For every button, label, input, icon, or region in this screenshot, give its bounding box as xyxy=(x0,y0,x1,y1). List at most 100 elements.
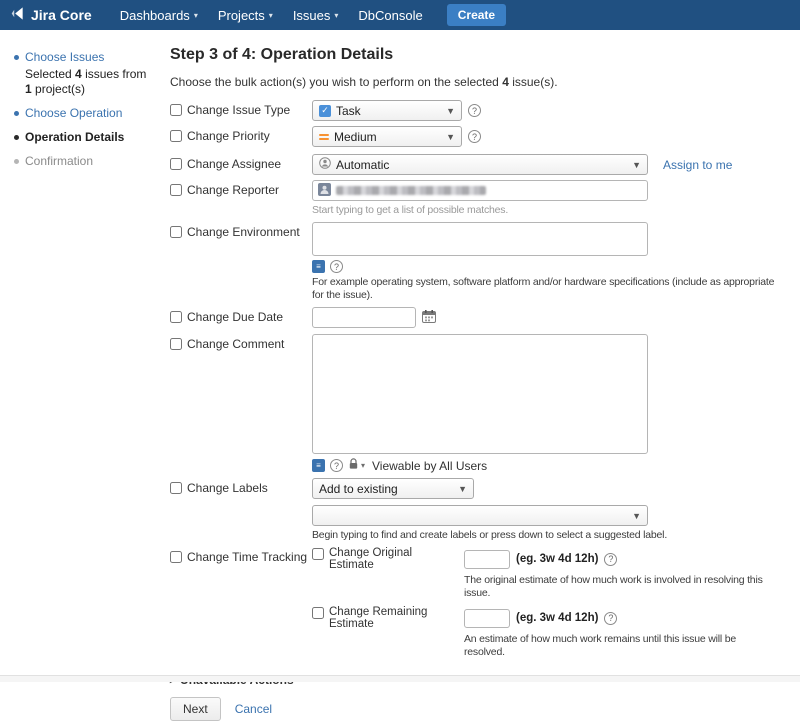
wiki-markup-icon[interactable]: ≡ xyxy=(312,459,325,472)
labels-picker-select[interactable]: ▼ xyxy=(312,505,648,526)
comment-visibility-selector[interactable]: ▾ xyxy=(348,458,365,473)
environment-label[interactable]: Change Environment xyxy=(170,222,312,302)
time-tracking-label[interactable]: Change Time Tracking xyxy=(170,547,312,665)
remaining-estimate-block: Change Remaining Estimate (eg. 3w 4d 12h… xyxy=(312,606,776,659)
help-icon[interactable]: ? xyxy=(604,553,617,566)
reporter-checkbox[interactable] xyxy=(170,184,182,196)
original-estimate-input[interactable] xyxy=(464,550,510,569)
comment-label[interactable]: Change Comment xyxy=(170,334,312,473)
remaining-estimate-hint: An estimate of how much work remains unt… xyxy=(464,633,776,659)
bulk-steps-sidebar: Choose Issues Selected 4 issues from 1 p… xyxy=(0,30,158,178)
form-row-priority: Change Priority Medium ▼ ? xyxy=(170,126,776,147)
remaining-estimate-input[interactable] xyxy=(464,609,510,628)
issue-type-value: Task xyxy=(336,104,361,118)
nav-issues[interactable]: Issues ▾ xyxy=(283,8,349,23)
assignee-value: Automatic xyxy=(336,158,389,172)
user-circle-icon xyxy=(319,157,331,172)
nav-projects[interactable]: Projects ▾ xyxy=(208,8,283,23)
labels-checkbox[interactable] xyxy=(170,482,182,494)
assignee-checkbox[interactable] xyxy=(170,158,182,170)
chevron-down-icon: ▾ xyxy=(334,11,338,20)
next-button[interactable]: Next xyxy=(170,697,221,721)
step-choose-operation: Choose Operation xyxy=(14,106,158,121)
wiki-markup-icon[interactable]: ≡ xyxy=(312,260,325,273)
priority-select[interactable]: Medium ▼ xyxy=(312,126,462,147)
assign-to-me-link[interactable]: Assign to me xyxy=(663,158,732,172)
original-estimate-block: Change Original Estimate (eg. 3w 4d 12h)… xyxy=(312,547,776,600)
form-row-environment: Change Environment ≡ ? For example opera… xyxy=(170,222,776,302)
chevron-down-icon: ▼ xyxy=(440,106,455,116)
due-date-label[interactable]: Change Due Date xyxy=(170,307,312,328)
issue-type-label[interactable]: Change Issue Type xyxy=(170,100,312,121)
top-navbar: Jira Core Dashboards ▾ Projects ▾ Issues… xyxy=(0,0,800,30)
step-operation-details: Operation Details xyxy=(14,130,158,145)
original-estimate-example: (eg. 3w 4d 12h) xyxy=(516,553,598,565)
environment-checkbox[interactable] xyxy=(170,226,182,238)
help-icon[interactable]: ? xyxy=(330,260,343,273)
calendar-icon[interactable] xyxy=(422,310,436,326)
reporter-label[interactable]: Change Reporter xyxy=(170,180,312,217)
form-row-comment: Change Comment ≡ ? ▾ Viewable by All xyxy=(170,334,776,473)
due-date-input[interactable] xyxy=(312,307,416,328)
chevron-down-icon: ▼ xyxy=(440,132,455,142)
step-link-choose-operation[interactable]: Choose Operation xyxy=(25,106,122,121)
labels-mode-value: Add to existing xyxy=(319,482,398,496)
help-icon[interactable]: ? xyxy=(330,459,343,472)
bulk-operation-form: Change Issue Type ✓ Task ▼ ? xyxy=(170,100,776,665)
priority-checkbox[interactable] xyxy=(170,130,182,142)
original-estimate-hint: The original estimate of how much work i… xyxy=(464,574,776,600)
priority-label[interactable]: Change Priority xyxy=(170,126,312,147)
environment-textarea[interactable] xyxy=(312,222,648,256)
due-date-checkbox[interactable] xyxy=(170,311,182,323)
remaining-estimate-checkbox[interactable] xyxy=(312,607,324,619)
step-choose-issues-summary: Selected 4 issues from 1 project(s) xyxy=(25,67,153,97)
chevron-down-icon: ▼ xyxy=(626,160,641,170)
original-estimate-checkbox[interactable] xyxy=(312,548,324,560)
form-buttons: Next Cancel xyxy=(170,697,776,721)
intro-text: Choose the bulk action(s) you wish to pe… xyxy=(170,75,776,89)
reporter-input[interactable] xyxy=(312,180,648,201)
original-estimate-label[interactable]: Change Original Estimate xyxy=(312,547,458,571)
create-button[interactable]: Create xyxy=(447,4,506,26)
step-link-choose-issues[interactable]: Choose Issues xyxy=(25,50,104,65)
assignee-select[interactable]: Automatic ▼ xyxy=(312,154,648,175)
page-title: Step 3 of 4: Operation Details xyxy=(170,46,776,64)
reporter-redacted-value xyxy=(336,186,486,195)
step-current-label: Operation Details xyxy=(25,130,124,145)
comment-checkbox[interactable] xyxy=(170,338,182,350)
labels-mode-select[interactable]: Add to existing ▼ xyxy=(312,478,474,499)
comment-textarea[interactable] xyxy=(312,334,648,454)
environment-hint: For example operating system, software p… xyxy=(312,276,776,302)
step-confirmation: Confirmation xyxy=(14,154,158,169)
avatar xyxy=(318,183,331,199)
step-future-label: Confirmation xyxy=(25,154,93,169)
help-icon[interactable]: ? xyxy=(468,104,481,117)
page-footer xyxy=(0,675,800,682)
step-bullet xyxy=(14,55,19,60)
app-brand[interactable]: Jira Core xyxy=(10,6,92,24)
nav-dbconsole[interactable]: DbConsole xyxy=(348,8,432,23)
step-bullet xyxy=(14,111,19,116)
main-content: Step 3 of 4: Operation Details Choose th… xyxy=(158,30,800,721)
issue-type-checkbox[interactable] xyxy=(170,104,182,116)
assignee-label[interactable]: Change Assignee xyxy=(170,154,312,175)
step-bullet xyxy=(14,135,19,140)
labels-label[interactable]: Change Labels xyxy=(170,478,312,542)
chevron-down-icon: ▾ xyxy=(269,11,273,20)
chevron-down-icon: ▼ xyxy=(452,484,467,494)
step-choose-issues: Choose Issues Selected 4 issues from 1 p… xyxy=(14,50,158,97)
help-icon[interactable]: ? xyxy=(604,612,617,625)
form-row-issue-type: Change Issue Type ✓ Task ▼ ? xyxy=(170,100,776,121)
task-icon: ✓ xyxy=(319,105,331,117)
step-bullet xyxy=(14,159,19,164)
reporter-hint: Start typing to get a list of possible m… xyxy=(312,204,776,217)
nav-dashboards[interactable]: Dashboards ▾ xyxy=(110,8,208,23)
app-brand-label: Jira Core xyxy=(31,7,92,23)
help-icon[interactable]: ? xyxy=(468,130,481,143)
remaining-estimate-label[interactable]: Change Remaining Estimate xyxy=(312,606,458,630)
time-tracking-checkbox[interactable] xyxy=(170,551,182,563)
page-body: Choose Issues Selected 4 issues from 1 p… xyxy=(0,30,800,721)
cancel-link[interactable]: Cancel xyxy=(235,702,272,716)
issue-type-select[interactable]: ✓ Task ▼ xyxy=(312,100,462,121)
form-row-labels: Change Labels Add to existing ▼ ▼ Begin … xyxy=(170,478,776,542)
